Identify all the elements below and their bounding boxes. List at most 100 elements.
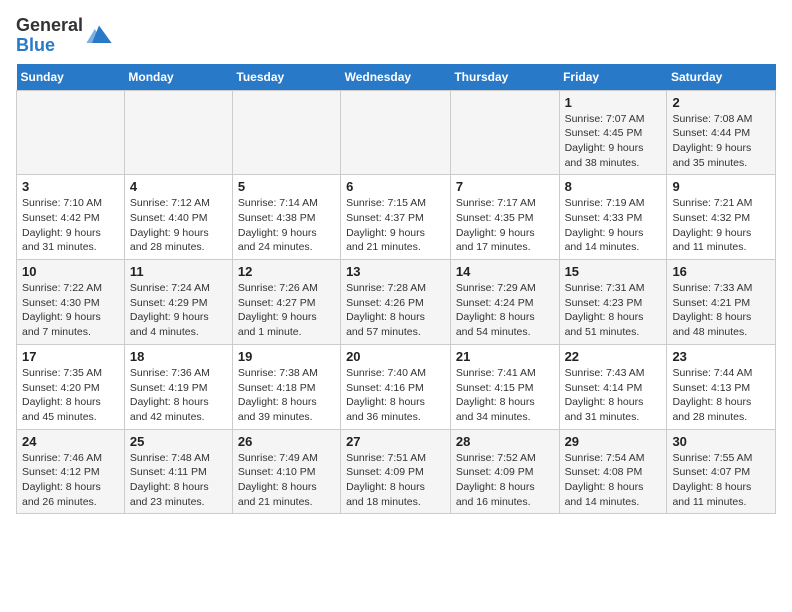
day-number: 25 <box>130 434 227 449</box>
day-number: 23 <box>672 349 770 364</box>
logo-icon <box>85 22 113 50</box>
day-info: Sunrise: 7:28 AM Sunset: 4:26 PM Dayligh… <box>346 281 445 340</box>
logo: General Blue <box>16 16 113 56</box>
calendar-table: SundayMondayTuesdayWednesdayThursdayFrid… <box>16 64 776 515</box>
calendar-cell: 14 Sunrise: 7:29 AM Sunset: 4:24 PM Dayli… <box>450 260 559 345</box>
day-number: 19 <box>238 349 335 364</box>
calendar-cell <box>341 90 451 175</box>
day-number: 18 <box>130 349 227 364</box>
calendar-cell: 21 Sunrise: 7:41 AM Sunset: 4:15 PM Dayli… <box>450 344 559 429</box>
day-number: 3 <box>22 179 119 194</box>
day-number: 2 <box>672 95 770 110</box>
day-info: Sunrise: 7:19 AM Sunset: 4:33 PM Dayligh… <box>565 196 662 255</box>
calendar-week-row: 1 Sunrise: 7:07 AM Sunset: 4:45 PM Daylig… <box>17 90 776 175</box>
weekday-header-wednesday: Wednesday <box>341 64 451 91</box>
calendar-cell: 12 Sunrise: 7:26 AM Sunset: 4:27 PM Dayli… <box>232 260 340 345</box>
page-header: General Blue <box>16 16 776 56</box>
day-number: 28 <box>456 434 554 449</box>
calendar-cell: 27 Sunrise: 7:51 AM Sunset: 4:09 PM Dayli… <box>341 429 451 514</box>
calendar-cell <box>124 90 232 175</box>
day-info: Sunrise: 7:46 AM Sunset: 4:12 PM Dayligh… <box>22 451 119 510</box>
calendar-cell: 3 Sunrise: 7:10 AM Sunset: 4:42 PM Daylig… <box>17 175 125 260</box>
day-info: Sunrise: 7:44 AM Sunset: 4:13 PM Dayligh… <box>672 366 770 425</box>
calendar-cell: 1 Sunrise: 7:07 AM Sunset: 4:45 PM Daylig… <box>559 90 667 175</box>
day-info: Sunrise: 7:31 AM Sunset: 4:23 PM Dayligh… <box>565 281 662 340</box>
day-info: Sunrise: 7:21 AM Sunset: 4:32 PM Dayligh… <box>672 196 770 255</box>
day-info: Sunrise: 7:12 AM Sunset: 4:40 PM Dayligh… <box>130 196 227 255</box>
day-info: Sunrise: 7:10 AM Sunset: 4:42 PM Dayligh… <box>22 196 119 255</box>
day-number: 22 <box>565 349 662 364</box>
day-number: 1 <box>565 95 662 110</box>
day-number: 20 <box>346 349 445 364</box>
day-number: 24 <box>22 434 119 449</box>
calendar-cell: 18 Sunrise: 7:36 AM Sunset: 4:19 PM Dayli… <box>124 344 232 429</box>
weekday-header-thursday: Thursday <box>450 64 559 91</box>
day-number: 17 <box>22 349 119 364</box>
calendar-cell: 2Sunrise: 7:08 AM Sunset: 4:44 PM Daylig… <box>667 90 776 175</box>
day-number: 26 <box>238 434 335 449</box>
day-info: Sunrise: 7:41 AM Sunset: 4:15 PM Dayligh… <box>456 366 554 425</box>
day-info: Sunrise: 7:15 AM Sunset: 4:37 PM Dayligh… <box>346 196 445 255</box>
day-info: Sunrise: 7:36 AM Sunset: 4:19 PM Dayligh… <box>130 366 227 425</box>
day-info: Sunrise: 7:43 AM Sunset: 4:14 PM Dayligh… <box>565 366 662 425</box>
day-number: 30 <box>672 434 770 449</box>
calendar-cell: 15 Sunrise: 7:31 AM Sunset: 4:23 PM Dayli… <box>559 260 667 345</box>
day-info: Sunrise: 7:33 AM Sunset: 4:21 PM Dayligh… <box>672 281 770 340</box>
calendar-cell <box>450 90 559 175</box>
day-info: Sunrise: 7:49 AM Sunset: 4:10 PM Dayligh… <box>238 451 335 510</box>
calendar-week-row: 10Sunrise: 7:22 AM Sunset: 4:30 PM Dayli… <box>17 260 776 345</box>
calendar-cell: 25 Sunrise: 7:48 AM Sunset: 4:11 PM Dayli… <box>124 429 232 514</box>
weekday-header-tuesday: Tuesday <box>232 64 340 91</box>
day-info: Sunrise: 7:17 AM Sunset: 4:35 PM Dayligh… <box>456 196 554 255</box>
calendar-cell <box>17 90 125 175</box>
day-info: Sunrise: 7:51 AM Sunset: 4:09 PM Dayligh… <box>346 451 445 510</box>
day-number: 6 <box>346 179 445 194</box>
calendar-cell: 19 Sunrise: 7:38 AM Sunset: 4:18 PM Dayli… <box>232 344 340 429</box>
calendar-cell: 28 Sunrise: 7:52 AM Sunset: 4:09 PM Dayli… <box>450 429 559 514</box>
calendar-week-row: 24 Sunrise: 7:46 AM Sunset: 4:12 PM Dayli… <box>17 429 776 514</box>
day-info: Sunrise: 7:07 AM Sunset: 4:45 PM Dayligh… <box>565 112 662 171</box>
day-info: Sunrise: 7:35 AM Sunset: 4:20 PM Dayligh… <box>22 366 119 425</box>
calendar-cell: 23 Sunrise: 7:44 AM Sunset: 4:13 PM Dayli… <box>667 344 776 429</box>
day-info: Sunrise: 7:48 AM Sunset: 4:11 PM Dayligh… <box>130 451 227 510</box>
day-number: 8 <box>565 179 662 194</box>
calendar-cell: 20 Sunrise: 7:40 AM Sunset: 4:16 PM Dayli… <box>341 344 451 429</box>
weekday-header-monday: Monday <box>124 64 232 91</box>
day-number: 7 <box>456 179 554 194</box>
calendar-cell: 11 Sunrise: 7:24 AM Sunset: 4:29 PM Dayli… <box>124 260 232 345</box>
day-number: 5 <box>238 179 335 194</box>
calendar-cell <box>232 90 340 175</box>
calendar-cell: 4 Sunrise: 7:12 AM Sunset: 4:40 PM Daylig… <box>124 175 232 260</box>
calendar-cell: 8 Sunrise: 7:19 AM Sunset: 4:33 PM Daylig… <box>559 175 667 260</box>
day-info: Sunrise: 7:29 AM Sunset: 4:24 PM Dayligh… <box>456 281 554 340</box>
weekday-header-saturday: Saturday <box>667 64 776 91</box>
calendar-cell: 10Sunrise: 7:22 AM Sunset: 4:30 PM Dayli… <box>17 260 125 345</box>
day-info: Sunrise: 7:26 AM Sunset: 4:27 PM Dayligh… <box>238 281 335 340</box>
calendar-cell: 17 Sunrise: 7:35 AM Sunset: 4:20 PM Dayli… <box>17 344 125 429</box>
day-info: Sunrise: 7:38 AM Sunset: 4:18 PM Dayligh… <box>238 366 335 425</box>
calendar-week-row: 3 Sunrise: 7:10 AM Sunset: 4:42 PM Daylig… <box>17 175 776 260</box>
day-info: Sunrise: 7:14 AM Sunset: 4:38 PM Dayligh… <box>238 196 335 255</box>
day-number: 12 <box>238 264 335 279</box>
calendar-cell: 26 Sunrise: 7:49 AM Sunset: 4:10 PM Dayli… <box>232 429 340 514</box>
day-number: 15 <box>565 264 662 279</box>
weekday-header-row: SundayMondayTuesdayWednesdayThursdayFrid… <box>17 64 776 91</box>
calendar-cell: 13Sunrise: 7:28 AM Sunset: 4:26 PM Dayli… <box>341 260 451 345</box>
day-info: Sunrise: 7:40 AM Sunset: 4:16 PM Dayligh… <box>346 366 445 425</box>
calendar-cell: 9 Sunrise: 7:21 AM Sunset: 4:32 PM Daylig… <box>667 175 776 260</box>
day-info: Sunrise: 7:52 AM Sunset: 4:09 PM Dayligh… <box>456 451 554 510</box>
day-number: 4 <box>130 179 227 194</box>
day-info: Sunrise: 7:55 AM Sunset: 4:07 PM Dayligh… <box>672 451 770 510</box>
calendar-cell: 24 Sunrise: 7:46 AM Sunset: 4:12 PM Dayli… <box>17 429 125 514</box>
day-number: 27 <box>346 434 445 449</box>
day-number: 11 <box>130 264 227 279</box>
calendar-cell: 6 Sunrise: 7:15 AM Sunset: 4:37 PM Daylig… <box>341 175 451 260</box>
day-number: 21 <box>456 349 554 364</box>
day-number: 14 <box>456 264 554 279</box>
logo-blue: Blue <box>16 35 55 55</box>
day-number: 10 <box>22 264 119 279</box>
day-number: 9 <box>672 179 770 194</box>
weekday-header-sunday: Sunday <box>17 64 125 91</box>
day-number: 29 <box>565 434 662 449</box>
day-info: Sunrise: 7:24 AM Sunset: 4:29 PM Dayligh… <box>130 281 227 340</box>
